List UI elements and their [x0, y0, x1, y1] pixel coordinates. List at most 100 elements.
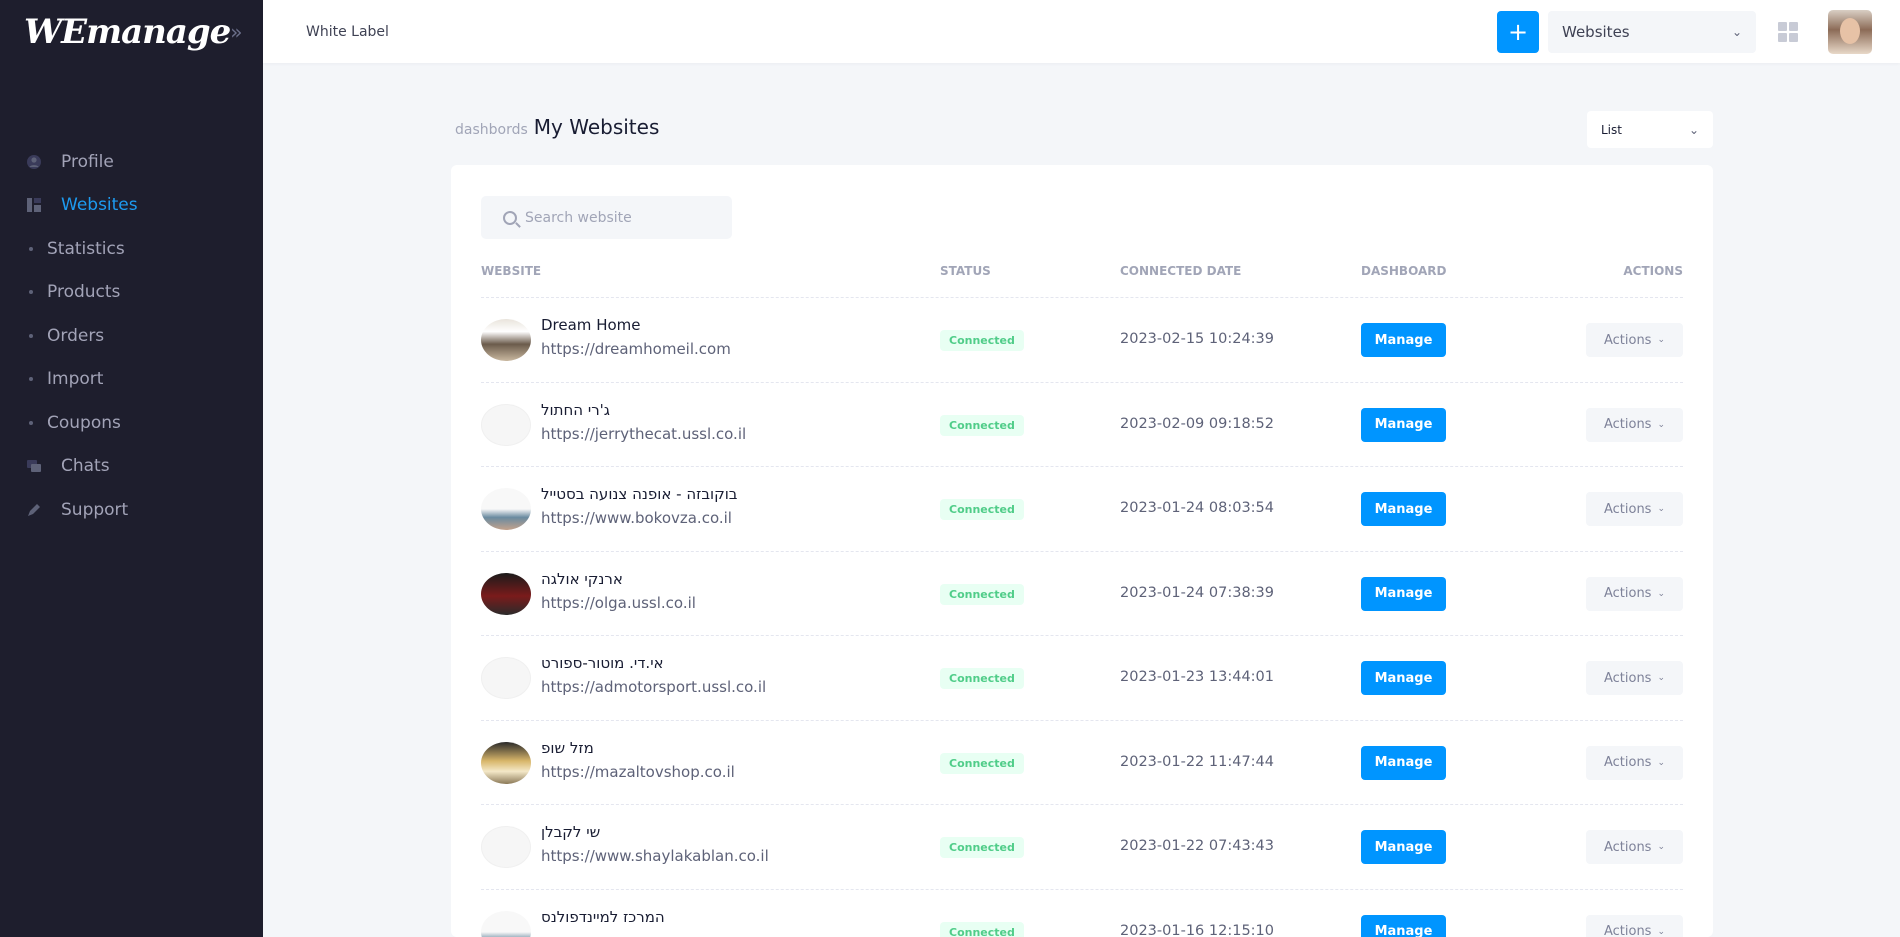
manage-button[interactable]: Manage [1361, 914, 1446, 937]
actions-dropdown[interactable]: Actions ⌄ [1586, 323, 1683, 357]
manage-button[interactable]: Manage [1361, 576, 1446, 611]
actions-label: Actions [1603, 501, 1652, 517]
website-url-link[interactable]: https://admotorsport.ussl.co.il [541, 678, 766, 696]
actions-label: Actions [1603, 332, 1652, 348]
status-badge: Connected [940, 921, 1024, 937]
pen-icon [25, 501, 43, 519]
actions-dropdown[interactable]: Actions ⌄ [1586, 492, 1683, 526]
logo: WEmanage [24, 11, 231, 52]
manage-button[interactable]: Manage [1361, 830, 1446, 864]
add-website-button[interactable]: + [1497, 10, 1539, 53]
actions-label: Actions [1603, 839, 1652, 855]
connected-date: 2023-01-22 11:47:44 [1120, 753, 1274, 770]
website-url-link[interactable]: https://mazaltovshop.co.il [541, 763, 735, 781]
search-box[interactable] [481, 196, 732, 239]
search-input[interactable] [525, 209, 705, 226]
chevron-down-icon: ⌄ [1657, 588, 1666, 599]
website-thumbnail [481, 910, 531, 937]
actions-dropdown[interactable]: Actions ⌄ [1586, 661, 1683, 695]
sidebar-item-import[interactable]: Import [0, 358, 263, 402]
bullet-icon [29, 290, 33, 295]
status-badge: Connected [940, 583, 1024, 605]
website-name: ג'רי החתול [541, 400, 610, 419]
sidebar-item-coupons[interactable]: Coupons [0, 401, 263, 445]
sidebar-item-support[interactable]: Support [0, 488, 263, 532]
avatar[interactable] [1828, 9, 1872, 54]
actions-label: Actions [1603, 670, 1652, 686]
sidebar-item-profile[interactable]: Profile [0, 140, 263, 184]
website-thumbnail [481, 319, 531, 361]
table-row: Dream Home https://dreamhomeil.com Connect… [481, 298, 1683, 383]
col-actions: ACTIONS [1623, 264, 1683, 278]
chevron-down-icon: ⌄ [1688, 122, 1699, 137]
collapse-sidebar-icon[interactable]: » [230, 20, 242, 44]
website-url-link[interactable]: https://www.shaylakablan.co.il [541, 847, 769, 865]
connected-date: 2023-02-15 10:24:39 [1120, 331, 1274, 347]
website-name: ארנקי אולגה [541, 569, 623, 588]
table-header: WEBSITE STATUS CONNECTED DATE DASHBOARD … [481, 264, 1683, 298]
manage-button[interactable]: Manage [1361, 407, 1446, 442]
website-name: בוקובזה - אופנה צנועה בסטייל [541, 485, 738, 503]
breadcrumb[interactable]: dashbords [455, 122, 528, 138]
status-badge: Connected [940, 414, 1024, 436]
sidebar-item-chats[interactable]: Chats [0, 445, 263, 489]
table-row: המרכז למיינדפולנס Connected 2023-01-16 12:… [481, 890, 1683, 937]
chevron-down-icon: ⌄ [1657, 504, 1666, 514]
sidebar-item-label: Import [47, 369, 104, 390]
table-row: אי.די. מוטור-ספורט https://admotorsport.u… [481, 636, 1683, 721]
website-thumbnail [481, 657, 531, 699]
manage-button[interactable]: Manage [1361, 492, 1446, 526]
manage-button[interactable]: Manage [1361, 661, 1446, 695]
connected-date: 2023-01-23 13:44:01 [1120, 669, 1274, 685]
connected-date: 2023-01-22 07:43:43 [1120, 838, 1274, 854]
actions-dropdown[interactable]: Actions ⌄ [1586, 407, 1683, 442]
actions-dropdown[interactable]: Actions ⌄ [1586, 914, 1683, 937]
logo-row: WEmanage » [0, 0, 263, 63]
actions-label: Actions [1603, 755, 1652, 770]
manage-button[interactable]: Manage [1361, 323, 1446, 357]
table-row: שי לקבלן https://www.shaylakablan.co.il Co… [481, 805, 1683, 890]
sidebar-item-statistics[interactable]: Statistics [0, 227, 263, 271]
status-badge: Connected [940, 499, 1024, 520]
actions-label: Actions [1603, 586, 1652, 601]
website-url-link[interactable]: https://olga.ussl.co.il [541, 594, 696, 612]
table-row: מזל שופ https://mazaltovshop.co.il Connect… [481, 721, 1683, 805]
actions-dropdown[interactable]: Actions ⌄ [1586, 576, 1683, 611]
website-name: שי לקבלן [541, 823, 601, 841]
sidebar-item-products[interactable]: Products [0, 271, 263, 315]
status-badge: Connected [940, 752, 1024, 774]
user-icon [25, 153, 43, 171]
websites-card: WEBSITE STATUS CONNECTED DATE DASHBOARD … [451, 165, 1713, 937]
col-dashboard: DASHBOARD [1361, 264, 1447, 278]
chevron-down-icon: ⌄ [1657, 673, 1666, 683]
sidebar-item-label: Products [47, 282, 121, 303]
search-icon [503, 210, 517, 225]
sidebar-item-websites[interactable]: Websites [0, 184, 263, 228]
col-connected-date: CONNECTED DATE [1120, 264, 1242, 278]
sidebar-item-label: Orders [47, 325, 105, 346]
sidebar-item-label: Support [61, 499, 129, 520]
sidebar-item-label: Chats [61, 456, 110, 477]
chevron-down-icon: ⌄ [1657, 335, 1666, 345]
chevron-down-icon: ⌄ [1657, 842, 1666, 852]
websites-select-value: Websites [1562, 22, 1630, 41]
website-name: Dream Home [541, 316, 641, 334]
website-url-link[interactable]: https://jerrythecat.ussl.co.il [541, 425, 746, 443]
website-name: מזל שופ [541, 738, 594, 757]
website-name: המרכז למיינדפולנס [541, 907, 665, 926]
table-row: ג'רי החתול https://jerrythecat.ussl.co.il… [481, 383, 1683, 467]
websites-select[interactable]: Websites ⌄ [1548, 10, 1756, 53]
website-url-link[interactable]: https://www.bokovza.co.il [541, 509, 732, 527]
actions-dropdown[interactable]: Actions ⌄ [1586, 745, 1683, 780]
manage-button[interactable]: Manage [1361, 745, 1446, 780]
website-thumbnail [481, 572, 531, 615]
sidebar-item-orders[interactable]: Orders [0, 314, 263, 358]
view-mode-select[interactable]: List ⌄ [1587, 111, 1713, 148]
website-url-link[interactable]: https://dreamhomeil.com [541, 340, 731, 358]
sidebar-item-label: Statistics [47, 238, 125, 259]
websites-icon [25, 196, 43, 214]
connected-date: 2023-01-24 07:38:39 [1120, 584, 1274, 601]
actions-dropdown[interactable]: Actions ⌄ [1586, 830, 1683, 864]
connected-date: 2023-02-09 09:18:52 [1120, 415, 1274, 432]
apps-grid-icon[interactable] [1778, 21, 1798, 42]
